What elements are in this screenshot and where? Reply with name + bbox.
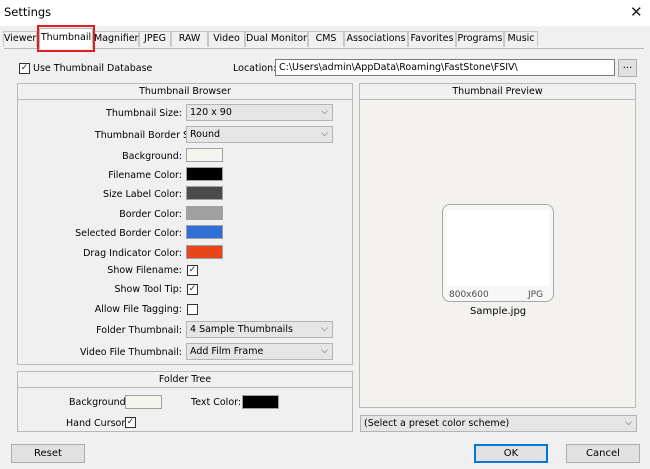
- thumbnail-size-select[interactable]: 120 x 90 ⌵: [186, 104, 333, 121]
- close-icon[interactable]: ✕: [630, 3, 643, 21]
- chevron-down-icon: ⌵: [321, 107, 328, 117]
- filename-color-swatch[interactable]: [186, 167, 223, 181]
- tab-favorites[interactable]: Favorites: [408, 31, 456, 47]
- video-thumbnail-value: Add Film Frame: [190, 346, 264, 357]
- browse-button[interactable]: ...: [618, 59, 637, 77]
- use-thumbnail-db-checkbox[interactable]: ✓: [19, 63, 30, 74]
- size-label-color-swatch[interactable]: [186, 186, 223, 200]
- thumbnail-dimensions: 800x600: [449, 290, 489, 300]
- show-tooltip-checkbox[interactable]: ✓: [187, 284, 198, 295]
- drag-indicator-color-label: Drag Indicator Color:: [83, 248, 182, 259]
- folder-thumbnail-select[interactable]: 4 Sample Thumbnails ⌵: [186, 321, 333, 338]
- title-bar: [0, 0, 650, 26]
- tab-music[interactable]: Music: [504, 31, 538, 47]
- thumbnail-size-value: 120 x 90: [190, 107, 232, 118]
- thumbnail-size-label: Thumbnail Size:: [106, 108, 182, 119]
- cancel-button[interactable]: Cancel: [566, 444, 640, 463]
- selected-border-color-label: Selected Border Color:: [75, 228, 182, 239]
- tree-text-color-label: Text Color:: [191, 397, 242, 408]
- chevron-down-icon: ⌵: [321, 129, 328, 139]
- window-title: Settings: [4, 5, 52, 19]
- sample-thumbnail-image: [447, 210, 549, 286]
- thumbnail-browser-header: Thumbnail Browser: [17, 83, 353, 100]
- border-color-label: Border Color:: [119, 209, 182, 220]
- tree-text-color-swatch[interactable]: [242, 395, 279, 409]
- tab-raw[interactable]: RAW: [171, 31, 208, 47]
- background-color-label: Background:: [122, 151, 182, 162]
- background-color-swatch[interactable]: [186, 148, 223, 162]
- location-input[interactable]: C:\Users\admin\AppData\Roaming\FastStone…: [275, 59, 615, 76]
- location-label: Location:: [233, 63, 277, 74]
- allow-tagging-checkbox[interactable]: [187, 304, 198, 315]
- chevron-down-icon: ⌵: [321, 324, 328, 334]
- hand-cursor-label: Hand Cursor:: [66, 418, 129, 429]
- color-scheme-value: (Select a preset color scheme): [364, 418, 510, 429]
- video-thumbnail-label: Video File Thumbnail:: [79, 347, 182, 358]
- folder-thumbnail-value: 4 Sample Thumbnails: [190, 324, 293, 335]
- tab-cms[interactable]: CMS: [308, 31, 344, 47]
- tab-programs[interactable]: Programs: [456, 31, 504, 47]
- color-scheme-select[interactable]: (Select a preset color scheme) ⌵: [360, 415, 637, 432]
- tree-background-swatch[interactable]: [125, 395, 162, 409]
- tab-dual-monitor[interactable]: Dual Monitor: [245, 31, 308, 47]
- tab-associations[interactable]: Associations: [344, 31, 408, 47]
- chevron-down-icon: ⌵: [321, 346, 328, 356]
- border-shape-value: Round: [190, 129, 221, 140]
- drag-indicator-color-swatch[interactable]: [186, 245, 223, 259]
- thumbnail-preview-header: Thumbnail Preview: [359, 83, 636, 100]
- allow-tagging-label: Allow File Tagging:: [94, 304, 182, 315]
- selected-border-color-swatch[interactable]: [186, 225, 223, 239]
- tab-video[interactable]: Video: [208, 31, 245, 47]
- show-tooltip-label: Show Tool Tip:: [114, 284, 182, 295]
- thumbnail-format: JPG: [528, 290, 544, 300]
- size-label-color-label: Size Label Color:: [102, 189, 182, 200]
- chevron-down-icon: ⌵: [625, 418, 632, 428]
- folder-thumbnail-label: Folder Thumbnail:: [96, 325, 182, 336]
- tab-thumbnail[interactable]: Thumbnail: [39, 28, 93, 49]
- filename-color-label: Filename Color:: [108, 170, 182, 181]
- use-thumbnail-db-label: Use Thumbnail Database: [33, 63, 153, 74]
- video-thumbnail-select[interactable]: Add Film Frame ⌵: [186, 343, 333, 360]
- show-filename-checkbox[interactable]: ✓: [187, 265, 198, 276]
- thumbnail-filename: Sample.jpg: [470, 306, 527, 317]
- hand-cursor-checkbox[interactable]: ✓: [125, 417, 136, 428]
- tab-viewer[interactable]: Viewer: [3, 31, 37, 47]
- show-filename-label: Show Filename:: [107, 265, 182, 276]
- tab-jpeg[interactable]: JPEG: [139, 31, 171, 47]
- ok-button[interactable]: OK: [474, 444, 548, 463]
- reset-button[interactable]: Reset: [11, 444, 85, 463]
- border-shape-select[interactable]: Round ⌵: [186, 126, 333, 143]
- tree-background-label: Background:: [69, 397, 129, 408]
- folder-tree-header: Folder Tree: [17, 371, 353, 388]
- tab-magnifier[interactable]: Magnifier: [93, 31, 139, 47]
- border-color-swatch[interactable]: [186, 206, 223, 220]
